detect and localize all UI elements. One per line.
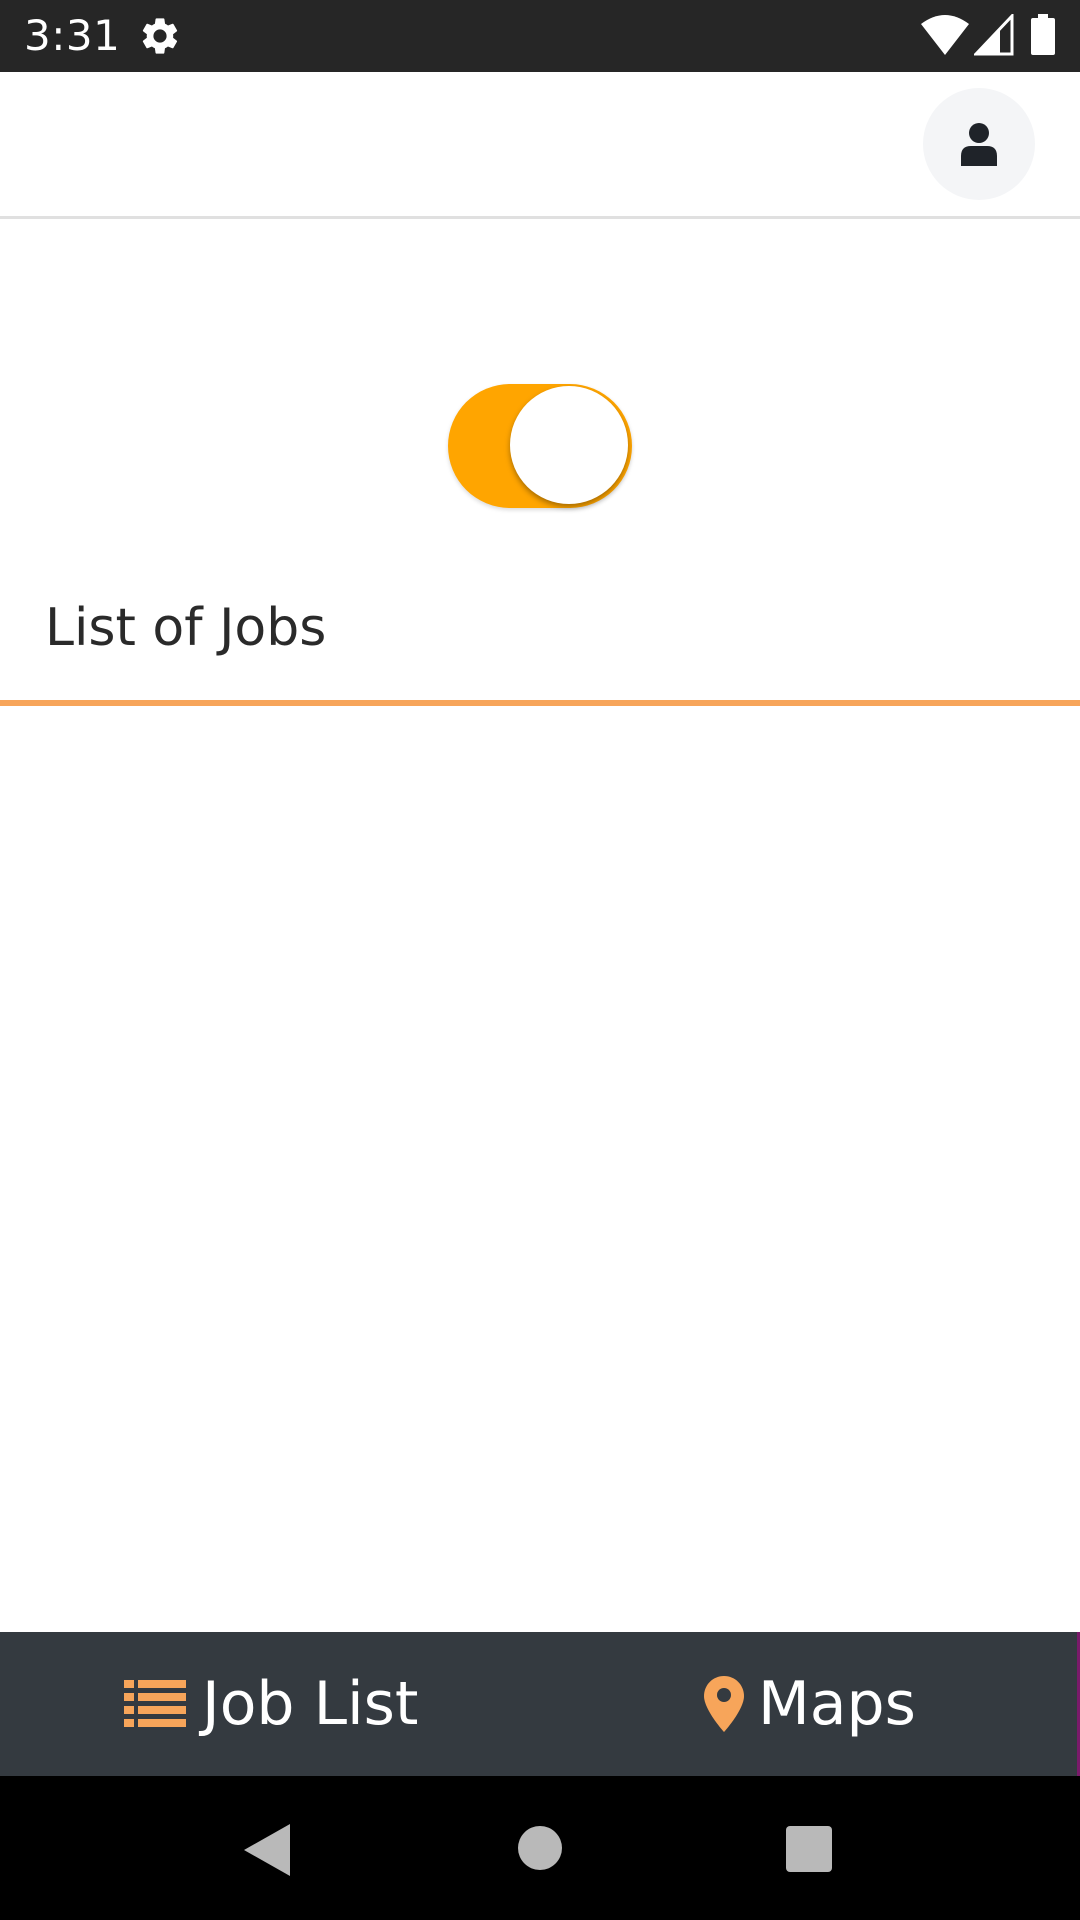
map-pin-icon	[704, 1676, 744, 1732]
availability-toggle[interactable]	[448, 384, 632, 508]
status-time: 3:31	[24, 11, 121, 60]
app-header	[0, 72, 1080, 219]
status-bar: 3:31	[0, 0, 1080, 72]
gear-icon	[142, 18, 178, 54]
profile-button[interactable]	[923, 88, 1035, 200]
user-icon	[961, 123, 997, 166]
list-icon	[124, 1680, 186, 1727]
signal-icon	[974, 14, 1014, 56]
job-list	[0, 706, 1080, 1632]
tab-maps-label: Maps	[758, 1669, 916, 1739]
section-title: List of Jobs	[45, 598, 327, 658]
recents-icon[interactable]	[786, 1826, 832, 1872]
navigation-bar	[0, 1776, 1080, 1920]
bottom-tab-bar: Job List Maps	[0, 1632, 1080, 1776]
back-icon[interactable]	[244, 1824, 290, 1876]
screen: 3:31 List of Jobs Job List Maps	[0, 0, 1080, 1920]
tab-maps[interactable]: Maps	[704, 1632, 916, 1776]
toggle-knob	[510, 386, 628, 504]
wifi-icon	[921, 15, 969, 55]
tab-job-list-label: Job List	[202, 1669, 419, 1739]
battery-icon	[1031, 14, 1055, 55]
home-icon[interactable]	[518, 1826, 562, 1870]
tab-job-list[interactable]: Job List	[124, 1632, 418, 1776]
